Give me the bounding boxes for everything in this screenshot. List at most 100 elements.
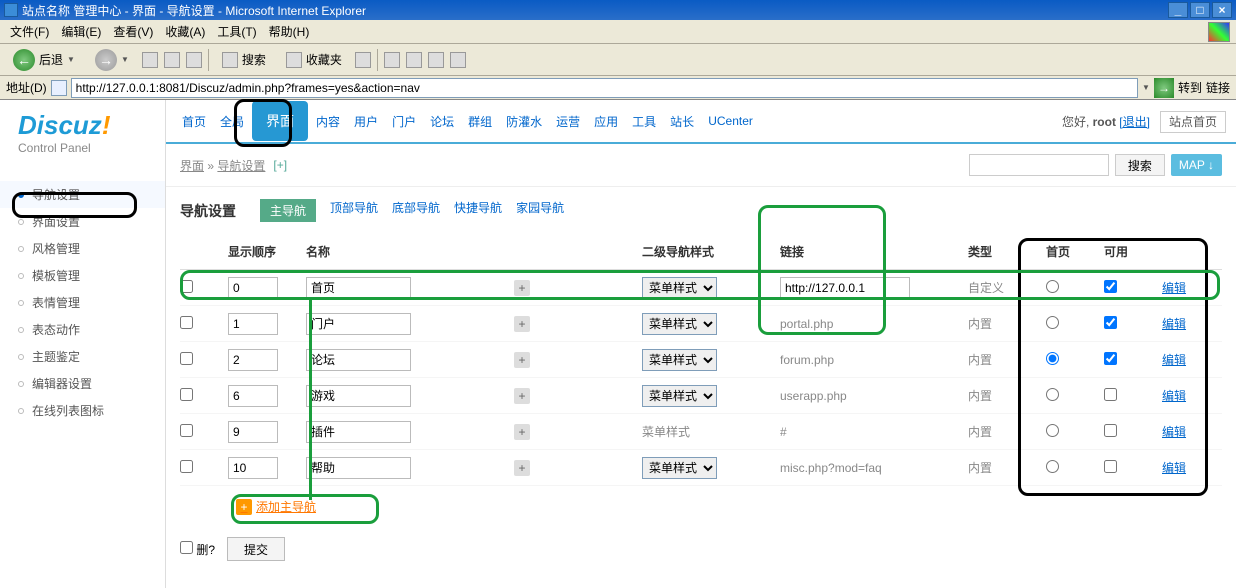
topnav-item[interactable]: 界面 [252, 101, 308, 141]
maximize-button[interactable]: □ [1190, 2, 1210, 18]
expand-icon[interactable]: + [514, 352, 530, 368]
history-icon[interactable] [355, 52, 371, 68]
link-input[interactable] [780, 277, 910, 299]
enable-check[interactable] [1104, 316, 1117, 329]
topnav-item[interactable]: 门户 [386, 109, 422, 134]
topnav-item[interactable]: 群组 [462, 109, 498, 134]
expand-icon[interactable]: + [514, 388, 530, 404]
row-check[interactable] [180, 316, 193, 329]
edit-link[interactable]: 编辑 [1162, 389, 1186, 403]
order-input[interactable] [228, 457, 278, 479]
topnav-item[interactable]: 应用 [588, 109, 624, 134]
topnav-item[interactable]: 防灌水 [500, 109, 548, 134]
order-input[interactable] [228, 421, 278, 443]
back-button[interactable]: ← 后退 ▼ [6, 46, 82, 74]
expand-icon[interactable]: + [514, 460, 530, 476]
enable-check[interactable] [1104, 424, 1117, 437]
edit-link[interactable]: 编辑 [1162, 281, 1186, 295]
minimize-button[interactable]: _ [1168, 2, 1188, 18]
site-home-link[interactable]: 站点首页 [1160, 111, 1226, 133]
menu-fav[interactable]: 收藏(A) [161, 21, 209, 42]
topnav-item[interactable]: 用户 [348, 109, 384, 134]
enable-check[interactable] [1104, 352, 1117, 365]
sub-tab[interactable]: 主导航 [260, 199, 316, 222]
sidebar-item[interactable]: 风格管理 [0, 235, 165, 262]
topnav-item[interactable]: 运营 [550, 109, 586, 134]
expand-icon[interactable]: + [514, 280, 530, 296]
chevron-down-icon[interactable]: ▼ [1142, 83, 1150, 92]
name-input[interactable] [306, 313, 411, 335]
home-radio[interactable] [1046, 424, 1059, 437]
edit-link[interactable]: 编辑 [1162, 317, 1186, 331]
forward-button[interactable]: → ▼ [88, 46, 136, 74]
home-radio[interactable] [1046, 280, 1059, 293]
name-input[interactable] [306, 349, 411, 371]
substyle-select[interactable]: 菜单样式 [642, 385, 717, 407]
edit-link[interactable]: 编辑 [1162, 353, 1186, 367]
refresh-icon[interactable] [164, 52, 180, 68]
home-radio[interactable] [1046, 316, 1059, 329]
favorites-button[interactable]: 收藏夹 [279, 48, 349, 71]
home-radio[interactable] [1046, 352, 1059, 365]
name-input[interactable] [306, 277, 411, 299]
sidebar-item[interactable]: 表情管理 [0, 289, 165, 316]
admin-search-button[interactable]: 搜索 [1115, 154, 1165, 176]
home-icon[interactable] [186, 52, 202, 68]
links-label[interactable]: 链接 [1206, 79, 1230, 96]
topnav-item[interactable]: 工具 [626, 109, 662, 134]
submit-button[interactable]: 提交 [227, 537, 285, 561]
search-button[interactable]: 搜索 [215, 48, 273, 71]
topnav-item[interactable]: 首页 [176, 109, 212, 134]
enable-check[interactable] [1104, 280, 1117, 293]
address-input[interactable] [71, 78, 1138, 98]
row-check[interactable] [180, 388, 193, 401]
admin-search-input[interactable] [969, 154, 1109, 176]
row-check[interactable] [180, 352, 193, 365]
order-input[interactable] [228, 313, 278, 335]
sub-tab[interactable]: 顶部导航 [330, 199, 378, 222]
sidebar-item[interactable]: 表态动作 [0, 316, 165, 343]
crumb-b[interactable]: 导航设置 [217, 159, 265, 173]
crumb-a[interactable]: 界面 [180, 159, 204, 173]
substyle-select[interactable]: 菜单样式 [642, 277, 717, 299]
order-input[interactable] [228, 385, 278, 407]
sidebar-item[interactable]: 模板管理 [0, 262, 165, 289]
sidebar-item[interactable]: 界面设置 [0, 208, 165, 235]
order-input[interactable] [228, 277, 278, 299]
sidebar-item[interactable]: 主题鉴定 [0, 343, 165, 370]
substyle-select[interactable]: 菜单样式 [642, 349, 717, 371]
go-label[interactable]: 转到 [1178, 79, 1202, 96]
menu-tools[interactable]: 工具(T) [213, 21, 260, 42]
substyle-select[interactable]: 菜单样式 [642, 313, 717, 335]
topnav-item[interactable]: 站长 [664, 109, 700, 134]
delete-check[interactable]: 删? [180, 541, 215, 558]
row-check[interactable] [180, 424, 193, 437]
chat-icon[interactable] [450, 52, 466, 68]
menu-file[interactable]: 文件(F) [6, 21, 53, 42]
stop-icon[interactable] [142, 52, 158, 68]
sidebar-item[interactable]: 在线列表图标 [0, 397, 165, 424]
map-button[interactable]: MAP ↓ [1171, 154, 1222, 176]
topnav-item[interactable]: 论坛 [424, 109, 460, 134]
menu-help[interactable]: 帮助(H) [265, 21, 314, 42]
row-check[interactable] [180, 460, 193, 473]
enable-check[interactable] [1104, 388, 1117, 401]
edit-link[interactable]: 编辑 [1162, 425, 1186, 439]
menu-edit[interactable]: 编辑(E) [57, 21, 105, 42]
add-main-nav-button[interactable]: + 添加主导航 [236, 498, 316, 515]
mail-icon[interactable] [384, 52, 400, 68]
close-button[interactable]: × [1212, 2, 1232, 18]
logout-link[interactable]: [退出] [1119, 115, 1150, 129]
edit-icon[interactable] [428, 52, 444, 68]
sidebar-item[interactable]: 导航设置 [0, 181, 165, 208]
sub-tab[interactable]: 底部导航 [392, 199, 440, 222]
expand-icon[interactable]: + [514, 316, 530, 332]
topnav-item[interactable]: UCenter [702, 110, 759, 132]
substyle-select[interactable]: 菜单样式 [642, 457, 717, 479]
enable-check[interactable] [1104, 460, 1117, 473]
sidebar-item[interactable]: 编辑器设置 [0, 370, 165, 397]
menu-view[interactable]: 查看(V) [109, 21, 157, 42]
expand-icon[interactable]: + [514, 424, 530, 440]
print-icon[interactable] [406, 52, 422, 68]
home-radio[interactable] [1046, 460, 1059, 473]
